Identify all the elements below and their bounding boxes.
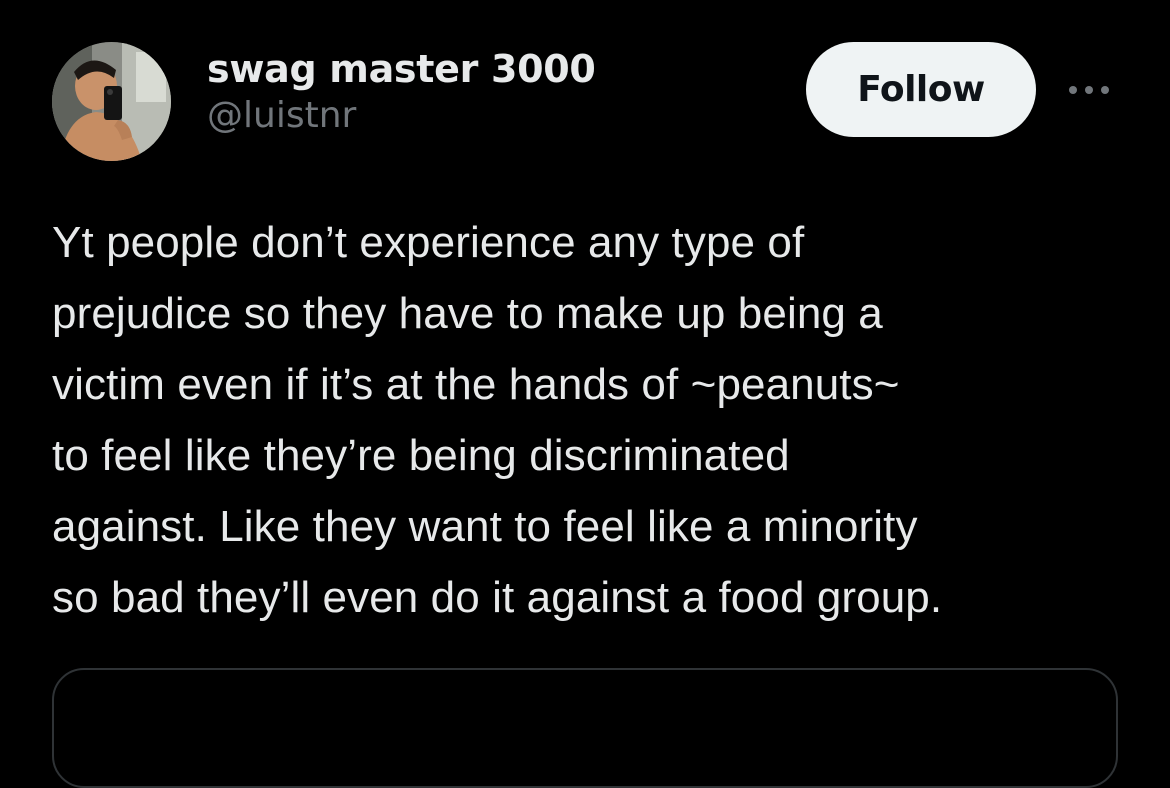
quoted-post-card[interactable] bbox=[52, 668, 1118, 788]
tweet-text-line: against. Like they want to feel like a m… bbox=[52, 502, 918, 551]
more-options-button[interactable] bbox=[1062, 74, 1116, 106]
tweet-text-line: prejudice so they have to make up being … bbox=[52, 289, 883, 338]
tweet-text-line: so bad they’ll even do it against a food… bbox=[52, 573, 943, 622]
tweet-text-line: Yt people don’t experience any type of bbox=[52, 218, 805, 267]
user-handle[interactable]: @luistnr bbox=[207, 94, 596, 138]
tweet-text-line: to feel like they’re being discriminated bbox=[52, 431, 790, 480]
avatar[interactable] bbox=[52, 42, 171, 161]
tweet-text: Yt people don’t experience any type of p… bbox=[52, 207, 1142, 633]
display-name[interactable]: swag master 3000 bbox=[207, 46, 596, 92]
tweet-text-line: victim even if it’s at the hands of ~pea… bbox=[52, 360, 900, 409]
ellipsis-icon bbox=[1069, 86, 1109, 94]
follow-button[interactable]: Follow bbox=[806, 42, 1036, 137]
avatar-image bbox=[52, 42, 171, 161]
tweet-container: swag master 3000 @luistnr Follow Yt peop… bbox=[0, 0, 1170, 788]
user-names: swag master 3000 @luistnr bbox=[207, 46, 596, 138]
